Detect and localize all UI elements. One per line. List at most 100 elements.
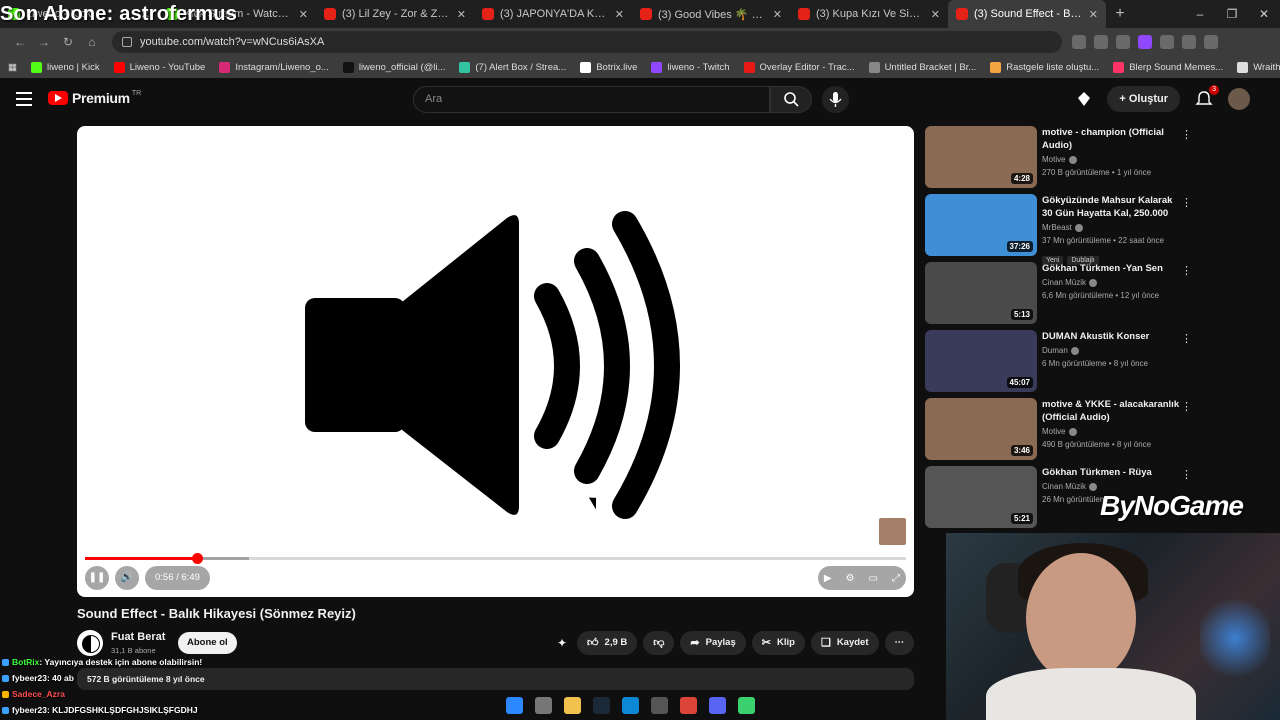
file-explorer-icon[interactable] [564, 696, 581, 714]
recommended-title[interactable]: Gökhan Türkmen - Rüya [1042, 466, 1184, 479]
account-avatar[interactable] [1228, 88, 1250, 110]
create-button[interactable]: + Oluştur [1107, 86, 1180, 112]
url-field[interactable]: youtube.com/watch?v=wNCus6iAsXA [112, 31, 1062, 53]
voice-search-button[interactable] [822, 86, 849, 113]
browser-tab[interactable]: (3) Kupa Kızı Ve Sinek Valesi - Y ✕ [790, 0, 948, 28]
new-tab-button[interactable]: + [1106, 5, 1134, 23]
channel-avatar[interactable] [77, 630, 103, 656]
recommended-video[interactable]: 37:26 Gökyüzünde Mahsur Kalarak 30 Gün Ha… [925, 194, 1200, 265]
reload-icon[interactable]: ↻ [56, 35, 80, 49]
close-tab-icon[interactable]: ✕ [299, 8, 308, 21]
video-thumbnail[interactable]: 3:46 [925, 398, 1037, 460]
forward-icon[interactable]: → [32, 35, 56, 49]
cast-icon[interactable] [1072, 35, 1086, 49]
theater-mode-icon[interactable]: ▭ [869, 573, 878, 584]
share-button[interactable]: ➦ Paylaş [680, 631, 746, 655]
youtube-logo[interactable]: Premium TR [48, 90, 141, 106]
bookmark-item[interactable]: Wraith [1237, 61, 1280, 73]
edge-icon[interactable] [622, 696, 639, 714]
eye-off-icon[interactable] [1094, 35, 1108, 49]
search-input[interactable]: Ara [413, 86, 770, 113]
ask-ai-icon[interactable]: ✦ [553, 631, 571, 655]
extension-icon[interactable] [1160, 35, 1174, 49]
close-tab-icon[interactable]: ✕ [457, 8, 466, 21]
restore-icon[interactable]: ❐ [1216, 0, 1248, 28]
video-thumbnail[interactable]: 37:26 [925, 194, 1037, 256]
bookmark-item[interactable]: liweno | Kick [30, 61, 100, 73]
subscribe-button[interactable]: Abone ol [178, 632, 237, 654]
bookmark-item[interactable]: liweno - Twitch [651, 61, 730, 73]
close-tab-icon[interactable]: ✕ [615, 8, 624, 21]
bookmark-item[interactable]: Liweno - YouTube [113, 61, 205, 73]
home-icon[interactable]: ⌂ [80, 35, 104, 49]
twitch-extension-icon[interactable] [1138, 35, 1152, 49]
browser-tab[interactable]: (3) Lil Zey - Zor & Zor II (Music ✕ [316, 0, 474, 28]
pause-button[interactable]: ❚❚ [85, 566, 109, 590]
recommended-channel[interactable]: Duman [1042, 346, 1079, 355]
back-icon[interactable]: ← [8, 35, 32, 49]
dislike-button[interactable]: 👎︎ [643, 631, 675, 655]
more-options-icon[interactable]: ⋮ [1181, 128, 1192, 141]
video-thumbnail[interactable]: 5:13 [925, 262, 1037, 324]
minimize-icon[interactable]: – [1184, 0, 1216, 28]
bookmark-item[interactable]: Rastgele liste oluştu... [990, 61, 1099, 73]
save-button[interactable]: ❏ Kaydet [810, 631, 879, 655]
search-taskbar-icon[interactable] [535, 696, 552, 714]
progress-bar[interactable] [85, 553, 906, 564]
site-info-icon[interactable] [122, 37, 132, 47]
premium-gem-icon[interactable] [1075, 90, 1093, 108]
steam-icon[interactable] [593, 696, 610, 714]
channel-watermark[interactable] [879, 518, 906, 545]
bookmark-item[interactable]: Blerp Sound Memes... [1113, 61, 1223, 73]
bookmark-item[interactable]: Instagram/Liweno_o... [219, 61, 329, 73]
autoplay-toggle-icon[interactable]: ▶ [824, 573, 832, 584]
close-window-icon[interactable]: ✕ [1248, 0, 1280, 28]
scrubber-handle[interactable] [192, 553, 204, 564]
close-tab-icon[interactable]: ✕ [931, 8, 940, 21]
puzzle-icon[interactable] [1182, 35, 1196, 49]
video-player[interactable]: ❚❚ 🔊 0:56 / 6:49 ▶ ⚙ ▭ ⤢ [77, 126, 914, 597]
recommended-channel[interactable]: MrBeast [1042, 223, 1083, 232]
like-button[interactable]: 👍︎ 2,9 B [577, 631, 638, 655]
more-actions-button[interactable]: ⋯ [884, 631, 914, 655]
recommended-video[interactable]: 5:13 Gökhan Türkmen -Yan Sen Cinan Müzik 6,… [925, 262, 1200, 330]
more-options-icon[interactable]: ⋮ [1181, 332, 1192, 345]
profile-icon[interactable] [1204, 35, 1218, 49]
recommended-title[interactable]: Gökhan Türkmen -Yan Sen [1042, 262, 1184, 275]
bookmark-item[interactable]: Untitled Bracket | Br... [868, 61, 976, 73]
recommended-video[interactable]: 45:07 DUMAN Akustik Konser Duman 6 Mn görün… [925, 330, 1200, 398]
recommended-title[interactable]: DUMAN Akustik Konser [1042, 330, 1184, 343]
bookmark-item[interactable]: Botrix.live [580, 61, 637, 73]
close-tab-icon[interactable]: ✕ [1089, 8, 1098, 21]
more-options-icon[interactable]: ⋮ [1181, 400, 1192, 413]
fullscreen-icon[interactable]: ⤢ [892, 573, 900, 584]
more-options-icon[interactable]: ⋮ [1181, 196, 1192, 209]
recommended-title[interactable]: motive & YKKE - alacakaranlık (Official … [1042, 398, 1184, 424]
browser-tab[interactable]: (3) JAPONYA'DA KADIN KUAFÖ ✕ [474, 0, 632, 28]
more-options-icon[interactable]: ⋮ [1181, 264, 1192, 277]
recommended-video[interactable]: 4:28 motive - champion (Official Audio) Mo… [925, 126, 1200, 194]
browser-tab[interactable]: (3) Good Vibes 🌴 Chill House ✕ [632, 0, 790, 28]
apps-icon[interactable]: ▦ [8, 62, 17, 73]
recommended-channel[interactable]: Cinan Müzik [1042, 278, 1098, 287]
recommended-channel[interactable]: Motive [1042, 155, 1077, 164]
chrome-icon[interactable] [680, 696, 697, 714]
app-icon[interactable] [738, 696, 755, 714]
bookmark-item[interactable]: liweno_official (@li... [342, 61, 445, 73]
recommended-channel[interactable]: Cinan Müzik [1042, 482, 1098, 491]
recommended-video[interactable]: 3:46 motive & YKKE - alacakaranlık (Offic… [925, 398, 1200, 466]
browser-tab[interactable]: (3) Sound Effect - Balık Hik ✕ [948, 0, 1106, 28]
volume-button[interactable]: 🔊 [115, 566, 139, 590]
search-button[interactable] [770, 86, 812, 113]
windows-start-icon[interactable] [506, 696, 523, 714]
video-thumbnail[interactable]: 45:07 [925, 330, 1037, 392]
recommended-title[interactable]: Gökyüzünde Mahsur Kalarak 30 Gün Hayatta… [1042, 194, 1184, 220]
notifications-button[interactable]: 3 [1194, 85, 1219, 109]
bookmark-star-icon[interactable] [1116, 35, 1130, 49]
discord-icon[interactable] [709, 696, 726, 714]
more-options-icon[interactable]: ⋮ [1181, 468, 1192, 481]
menu-icon[interactable] [16, 92, 32, 106]
settings-gear-icon[interactable]: ⚙ [846, 573, 855, 584]
clip-button[interactable]: ✂ Klip [751, 631, 805, 655]
recommended-title[interactable]: motive - champion (Official Audio) [1042, 126, 1184, 152]
